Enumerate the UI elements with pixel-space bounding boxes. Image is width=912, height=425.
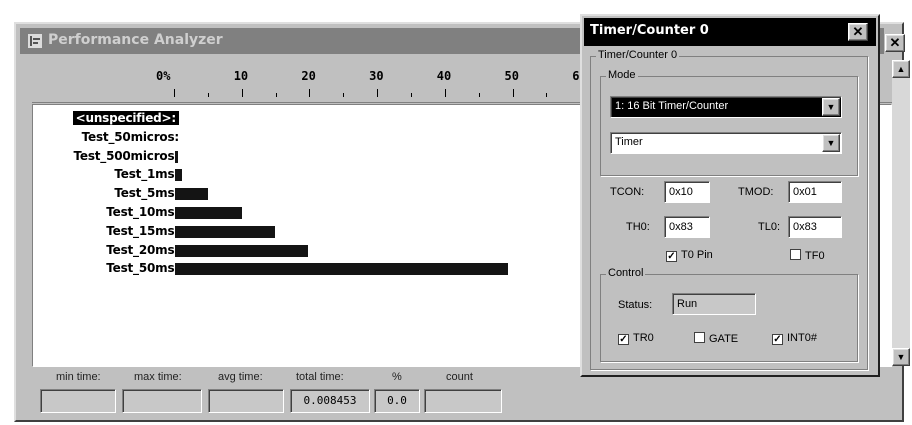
status-label: Status:	[618, 299, 653, 311]
close-icon: ✕	[852, 24, 864, 39]
tl0-label: TL0:	[758, 221, 781, 233]
timing-bar	[175, 244, 308, 257]
avg-time-field	[208, 389, 284, 413]
tr0-checkbox[interactable]: ✓ TR0	[618, 332, 654, 345]
total-time-label: total time:	[296, 371, 344, 383]
scroll-down-button[interactable]: ▼	[892, 348, 910, 366]
gate-checkbox[interactable]: GATE	[694, 332, 738, 345]
timer-dialog-close-button[interactable]: ✕	[848, 23, 868, 41]
scale-minor-tick	[241, 93, 243, 97]
gate-label: GATE	[709, 333, 739, 345]
scale-minor-tick	[478, 93, 480, 97]
tcon-label: TCON:	[610, 186, 645, 198]
function-row-label[interactable]: Test_20ms:	[106, 243, 179, 257]
arrow-down-icon: ▼	[896, 352, 906, 362]
tmod-field[interactable]: 0x01	[788, 181, 842, 203]
tmod-label: TMOD:	[738, 186, 774, 198]
timer-dialog-title-bar[interactable]: Timer/Counter 0 ✕	[584, 18, 876, 46]
function-row-label[interactable]: Test_50ms:	[106, 261, 179, 275]
scale-tick-label: 50	[504, 69, 519, 83]
th0-label: TH0:	[626, 221, 650, 233]
scale-minor-tick	[444, 93, 446, 97]
max-time-label: max time:	[134, 371, 182, 383]
timer-counter-group-caption: Timer/Counter 0	[596, 49, 680, 61]
timer-type-select[interactable]: Timer ▼	[610, 132, 842, 154]
function-row-label[interactable]: Test_15ms:	[106, 224, 179, 238]
mode-group	[600, 76, 858, 176]
chart-window-icon	[28, 34, 42, 48]
chevron-down-icon: ▼	[826, 138, 836, 148]
max-time-field	[122, 389, 202, 413]
gate-check-mark	[694, 332, 705, 343]
arrow-up-icon: ▲	[896, 64, 906, 74]
scale-minor-tick	[309, 93, 311, 97]
function-row-label[interactable]: Test_500micros:	[74, 149, 180, 163]
total-time-field: 0.008453	[290, 389, 370, 413]
timer-type-dropdown-button[interactable]: ▼	[822, 134, 840, 152]
function-row-label[interactable]: Test_10ms:	[106, 205, 179, 219]
analyzer-scrollbar[interactable]: ▲ ▼	[892, 60, 910, 366]
scale-minor-tick	[275, 93, 277, 97]
timing-bar	[175, 263, 508, 276]
timer-counter-dialog: Timer/Counter 0 ✕ Timer/Counter 0 Mode 1…	[580, 14, 880, 377]
scroll-up-button[interactable]: ▲	[892, 60, 910, 78]
tf0-checkbox[interactable]: TF0	[790, 249, 825, 262]
timing-bar	[175, 169, 182, 182]
scale-tick-label: 6	[572, 69, 580, 83]
function-row-label[interactable]: Test_5ms:	[114, 186, 179, 200]
timing-bar	[175, 207, 242, 219]
t0-pin-check-mark: ✓	[666, 251, 677, 262]
count-label: count	[446, 371, 473, 383]
tr0-check-mark: ✓	[618, 334, 629, 345]
function-row-label[interactable]: Test_1ms:	[114, 167, 179, 181]
scale-minor-tick	[343, 93, 345, 97]
timing-bar	[175, 188, 209, 201]
scale-tick-label: 20	[301, 69, 316, 83]
tf0-label: TF0	[805, 250, 825, 262]
timing-bar	[175, 225, 275, 238]
min-time-field	[40, 389, 116, 413]
status-field: Run	[672, 293, 756, 315]
percent-field: 0.0	[374, 389, 420, 413]
percent-label: %	[392, 371, 402, 383]
scale-minor-tick	[546, 93, 548, 97]
control-group	[600, 274, 858, 362]
function-row-label[interactable]: Test_50micros:	[82, 130, 180, 144]
scale-minor-tick	[207, 93, 209, 97]
mode-select-value: 1: 16 Bit Timer/Counter	[615, 100, 729, 112]
count-field	[424, 389, 502, 413]
mode-select-dropdown-button[interactable]: ▼	[822, 98, 840, 116]
analyzer-title: Performance Analyzer	[48, 32, 223, 48]
t0-pin-label: T0 Pin	[681, 249, 713, 261]
analyzer-close-button[interactable]: ✕	[885, 34, 905, 52]
scale-tick-label: 40	[436, 69, 452, 83]
th0-field[interactable]: 0x83	[664, 216, 710, 238]
avg-time-label: avg time:	[218, 371, 263, 383]
scale-tick-label: 0%	[156, 69, 171, 83]
scale-tick-label: 30	[369, 69, 384, 83]
chevron-down-icon: ▼	[826, 102, 836, 112]
tl0-field[interactable]: 0x83	[788, 216, 842, 238]
min-time-label: min time:	[56, 371, 101, 383]
int0-label: INT0#	[787, 332, 817, 344]
scale-minor-tick	[377, 93, 379, 97]
timer-dialog-title: Timer/Counter 0	[590, 23, 709, 38]
scale-minor-tick	[410, 93, 412, 97]
tr0-label: TR0	[633, 332, 654, 344]
timer-type-select-value: Timer	[615, 136, 643, 148]
mode-select[interactable]: 1: 16 Bit Timer/Counter ▼	[610, 96, 842, 118]
scale-tick-label: 10	[233, 69, 249, 83]
scale-minor-tick	[174, 93, 175, 97]
int0-check-mark: ✓	[772, 334, 783, 345]
t0-pin-checkbox[interactable]: ✓ T0 Pin	[666, 249, 713, 262]
int0-checkbox[interactable]: ✓ INT0#	[772, 332, 817, 345]
timing-bar	[175, 150, 179, 163]
scale-minor-tick	[512, 93, 514, 97]
tf0-check-mark	[790, 249, 801, 260]
control-group-caption: Control	[606, 267, 646, 279]
tcon-field[interactable]: 0x10	[664, 181, 710, 203]
function-row-label[interactable]: <unspecified>:	[72, 111, 179, 125]
close-icon: ✕	[889, 35, 901, 50]
mode-group-caption: Mode	[606, 69, 638, 81]
